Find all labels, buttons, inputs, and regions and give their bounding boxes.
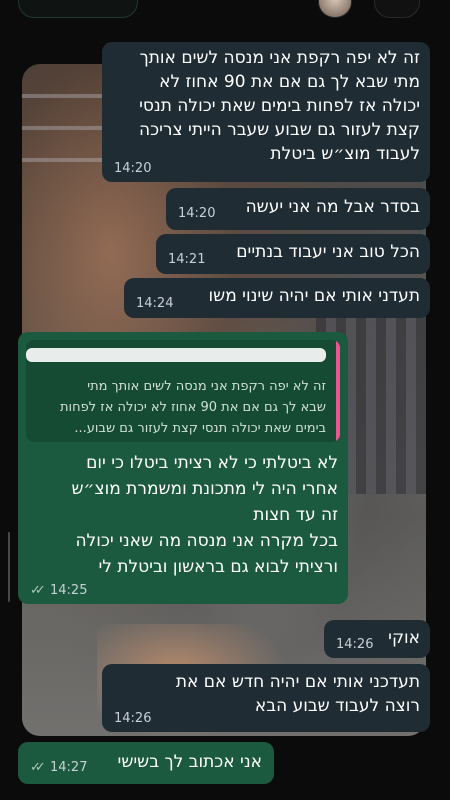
scrollbar[interactable]	[8, 532, 10, 602]
message-text-line: לעבוד מוצ״ש ביטלת	[270, 144, 420, 164]
chat-header: ❮	[0, 0, 450, 22]
message-time: 14:25	[50, 583, 88, 598]
message-bubble-incoming[interactable]: אוקי 14:26	[324, 620, 430, 658]
message-text-line: רוצה לעבוד שבוע הבא	[254, 696, 420, 716]
quoted-sender-redacted	[26, 348, 326, 362]
message-time: 14:26	[114, 711, 152, 726]
message-time: 14:24	[136, 296, 174, 311]
message-text-line: תעדכני אותי אם יהיה חדש אם את	[175, 672, 420, 692]
quoted-reply[interactable]: זה לא יפה רקפת אני מנסה לשים אותך מתי שב…	[26, 340, 340, 442]
message-text-line: קצת לעזור גם שבוע שעבר הייתי צריכה	[139, 120, 420, 140]
quoted-text-line: שבא לך גם אם את 90 אחוז לא יכולה אז לפחו…	[60, 400, 326, 415]
contact-avatar[interactable]	[318, 0, 352, 18]
message-bubble-incoming[interactable]: בסדר אבל מה אני יעשה 14:20	[166, 188, 430, 230]
message-bubble-outgoing[interactable]: אני אכתוב לך בשישי ✓✓ 14:27	[18, 742, 274, 784]
double-check-icon: ✓✓	[30, 583, 46, 598]
quoted-text-line: זה לא יפה רקפת אני מנסה לשים אותך מתי	[87, 379, 326, 394]
message-text-line: מתי שבא לך גם אם את 90 אחוז לא	[159, 72, 420, 92]
header-pill[interactable]	[18, 0, 138, 18]
quoted-text: זה לא יפה רקפת אני מנסה לשים אותך מתי שב…	[60, 376, 326, 439]
message-text-line: אחרי היה לי מתכונת ומשמרת מוצ״ש	[71, 479, 339, 499]
back-button[interactable]: ❮	[374, 0, 420, 18]
message-text-line: לא ביטלתי כי לא רציתי ביטלו כי יום	[86, 453, 338, 473]
message-time: 14:21	[168, 252, 206, 267]
message-time: 14:27	[50, 760, 88, 775]
message-text-line: יכולה אז לפחות בימים שאת יכולה תנסי	[139, 96, 420, 116]
message-text-line: ורציתי לבוא גם בראשון וביטלת לי	[98, 557, 338, 577]
message-bubble-incoming[interactable]: זה לא יפה רקפת אני מנסה לשים אותך מתי שב…	[102, 42, 430, 182]
message-bubble-incoming[interactable]: תעדכני אותי אם יהיה חדש אם את רוצה לעבוד…	[102, 664, 430, 732]
message-body: לא ביטלתי כי לא רציתי ביטלו כי יום אחרי …	[72, 450, 339, 580]
message-time: 14:26	[336, 637, 374, 652]
message-time: 14:20	[114, 161, 152, 176]
message-text: תעדני אותי אם יהיה שינוי משו	[208, 286, 420, 306]
message-bubble-incoming[interactable]: תעדני אותי אם יהיה שינוי משו 14:24	[124, 278, 430, 318]
message-text-line: זה עד חצות	[253, 505, 338, 525]
message-bubble-outgoing[interactable]: זה לא יפה רקפת אני מנסה לשים אותך מתי שב…	[18, 332, 348, 604]
double-check-icon: ✓✓	[30, 760, 46, 775]
message-bubble-incoming[interactable]: הכל טוב אני יעבוד בנתיים 14:21	[156, 234, 430, 274]
message-text-line: בכל מקרה אני מנסה מה שאני יכולה	[75, 531, 338, 551]
quoted-text-line: בימים שאת יכולה תנסי קצת לעזור גם שבוע..…	[74, 421, 326, 436]
message-text-line: זה לא יפה רקפת אני מנסה לשים אותך	[139, 48, 420, 68]
quote-accent-bar	[336, 340, 340, 442]
message-time: 14:20	[178, 206, 216, 221]
